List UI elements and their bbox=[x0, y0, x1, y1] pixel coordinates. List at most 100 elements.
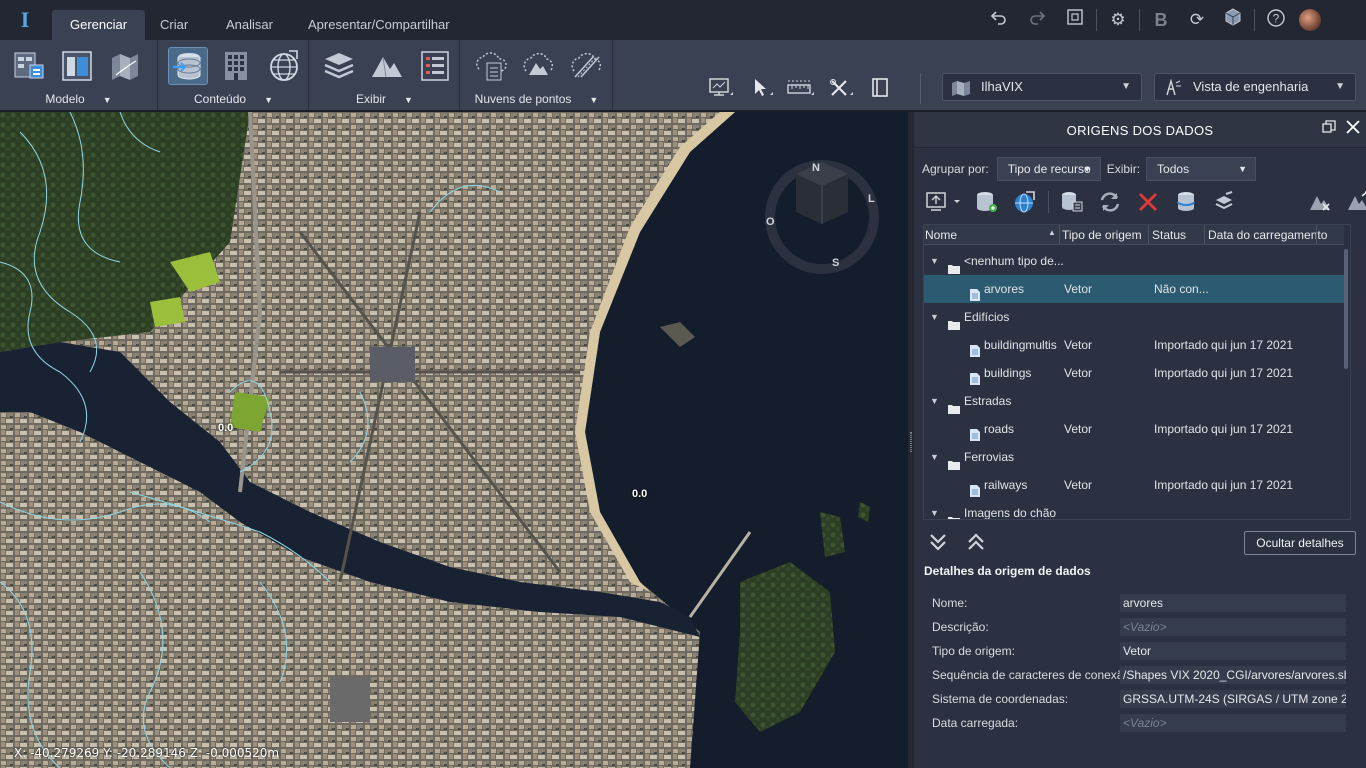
tab-apresentar-compartilhar[interactable]: Apresentar/Compartilhar bbox=[290, 10, 468, 40]
pointer-icon[interactable] bbox=[747, 75, 775, 101]
restore-window-icon[interactable] bbox=[1320, 120, 1338, 138]
model-view-icon[interactable] bbox=[58, 48, 96, 84]
tree-header: Nome ▲ Tipo de origem Status Data do car… bbox=[924, 225, 1344, 245]
tab-criar[interactable]: Criar bbox=[142, 10, 206, 40]
measure-icon[interactable] bbox=[787, 75, 815, 101]
tree-item-row[interactable]: buildingmultis Vetor Importado qui jun 17 2… bbox=[924, 331, 1344, 359]
tree-row-type: Vetor bbox=[1064, 478, 1093, 492]
title-bar: I Gerenciar Criar Analisar Apresentar/Co… bbox=[0, 0, 1366, 40]
ribbon-group-label-modelo[interactable]: Modelo ▼ bbox=[0, 92, 157, 106]
app-logo-icon[interactable]: I bbox=[14, 8, 36, 32]
map-icon bbox=[951, 79, 971, 96]
column-header-data-do-carregamento[interactable]: Data do carregamento bbox=[1208, 228, 1327, 242]
tree-row-name: railways bbox=[984, 478, 1028, 492]
column-header-nome[interactable]: Nome bbox=[925, 228, 957, 242]
group-by-select[interactable]: Tipo de recurso ▼ bbox=[996, 157, 1101, 181]
settings-icon[interactable]: ⚙ bbox=[1105, 8, 1131, 32]
monitor-icon[interactable] bbox=[707, 75, 735, 101]
tree-group-row[interactable]: ▼ Ferrovias bbox=[924, 443, 1344, 471]
tools-icon[interactable] bbox=[827, 75, 855, 101]
column-header-status[interactable]: Status bbox=[1152, 228, 1186, 242]
tree-group-row[interactable]: ▼ <nenhum tipo de... bbox=[924, 247, 1344, 275]
tree-row-type: Vetor bbox=[1064, 338, 1093, 352]
sync-icon[interactable]: ⟳ bbox=[1184, 8, 1210, 32]
tab-gerenciar[interactable]: Gerenciar bbox=[52, 10, 146, 40]
tree-group-row[interactable]: ▼ Estradas bbox=[924, 387, 1344, 415]
expand-all-icon[interactable] bbox=[964, 530, 988, 554]
model-dropdown[interactable]: IlhaVIX ▼ bbox=[942, 73, 1142, 101]
detail-value-sistema-de-coordenadas[interactable]: GRSSA.UTM-24S (SIRGAS / UTM zone 24S) bbox=[1120, 690, 1346, 708]
point-cloud-road-icon[interactable] bbox=[567, 48, 605, 84]
point-cloud-terrain-icon[interactable] bbox=[519, 48, 557, 84]
database-settings-icon[interactable] bbox=[1057, 188, 1087, 216]
tree-row-name: Imagens do chão bbox=[964, 506, 1057, 520]
undo-icon[interactable] bbox=[986, 8, 1012, 32]
data-source-tree[interactable]: Nome ▲ Tipo de origem Status Data do car… bbox=[923, 224, 1351, 520]
ribbon-group-label-conteudo[interactable]: Conteúdo ▼ bbox=[159, 92, 308, 106]
map-icon[interactable] bbox=[106, 48, 144, 84]
refresh-icon[interactable] bbox=[1095, 188, 1125, 216]
delete-icon[interactable] bbox=[1133, 188, 1163, 216]
detail-value-conexao[interactable]: /Shapes VIX 2020_CGI/arvores/arvores.shp… bbox=[1120, 666, 1346, 684]
user-avatar[interactable] bbox=[1299, 9, 1321, 31]
fit-screen-icon[interactable] bbox=[1062, 8, 1088, 32]
detail-row-descricao: Descrição: <Vazio> bbox=[932, 618, 1346, 638]
tree-scrollbar[interactable] bbox=[1344, 249, 1348, 369]
layers-icon[interactable] bbox=[320, 48, 358, 84]
ribbon-group-conteudo: Conteúdo ▼ bbox=[159, 40, 309, 110]
model-properties-icon[interactable] bbox=[10, 48, 48, 84]
add-source-icon[interactable] bbox=[924, 188, 964, 216]
stack-edit-icon[interactable] bbox=[1209, 188, 1239, 216]
tree-group-row[interactable]: ▼ Imagens do chão bbox=[924, 499, 1344, 520]
detail-value-descricao[interactable]: <Vazio> bbox=[1120, 618, 1346, 636]
detail-value-tipo-de-origem[interactable]: Vetor bbox=[1120, 642, 1346, 660]
point-cloud-file-icon[interactable] bbox=[471, 48, 509, 84]
detail-label: Sistema de coordenadas: bbox=[932, 692, 1069, 706]
terrain-icon[interactable] bbox=[368, 48, 406, 84]
collapse-all-icon[interactable] bbox=[926, 530, 950, 554]
column-header-tipo-de-origem[interactable]: Tipo de origem bbox=[1062, 228, 1142, 242]
data-sources-icon[interactable] bbox=[168, 47, 208, 85]
tree-row-name: arvores bbox=[984, 282, 1025, 296]
chevron-down-icon: ▼ bbox=[589, 95, 599, 105]
tree-item-row[interactable]: buildings Vetor Importado qui jun 17 2021 bbox=[924, 359, 1344, 387]
close-icon[interactable] bbox=[1344, 120, 1362, 138]
expand-arrow-icon[interactable]: ▼ bbox=[930, 443, 939, 471]
tab-analisar[interactable]: Analisar bbox=[208, 10, 291, 40]
compass-north: N bbox=[812, 162, 820, 174]
web-source-icon[interactable] bbox=[1010, 188, 1040, 216]
expand-arrow-icon[interactable]: ▼ bbox=[930, 499, 939, 519]
database-icon[interactable] bbox=[1171, 188, 1201, 216]
add-feature-icon[interactable] bbox=[1343, 188, 1366, 216]
view-dropdown[interactable]: Vista de engenharia ▼ bbox=[1154, 73, 1356, 101]
book-icon[interactable] bbox=[867, 75, 895, 101]
hide-details-button[interactable]: Ocultar detalhes bbox=[1244, 531, 1356, 555]
cube-icon[interactable] bbox=[1220, 8, 1246, 32]
new-database-icon[interactable] bbox=[972, 188, 1002, 216]
tree-row-date: qui jun 17 2021 bbox=[1211, 478, 1294, 492]
ribbon-group-label-exibir[interactable]: Exibir ▼ bbox=[310, 92, 459, 106]
ribbon-group-label-nuvens-de-pontos[interactable]: Nuvens de pontos ▼ bbox=[461, 92, 612, 106]
map-viewport[interactable]: N L S O 0.0 0.0 X: -40.279269 Y: -20.289… bbox=[0, 112, 908, 768]
expand-arrow-icon[interactable]: ▼ bbox=[930, 303, 939, 331]
tree-item-row[interactable]: arvores Vetor Não con... bbox=[924, 275, 1344, 303]
detail-value-data-carregada[interactable]: <Vazio> bbox=[1120, 714, 1346, 732]
data-sources-panel: ORIGENS DOS DADOS Agrupar por: Tipo de r… bbox=[914, 112, 1366, 768]
aerial-imagery: N L S O bbox=[0, 112, 908, 768]
bim-icon[interactable]: B bbox=[1148, 8, 1174, 32]
redo-icon[interactable] bbox=[1024, 8, 1050, 32]
globe-icon[interactable] bbox=[265, 48, 303, 84]
detail-value-nome[interactable]: arvores bbox=[1120, 594, 1346, 612]
detail-row-conexao: Sequência de caracteres de conexão: /Sha… bbox=[932, 666, 1346, 686]
tree-item-row[interactable]: railways Vetor Importado qui jun 17 2021 bbox=[924, 471, 1344, 499]
expand-arrow-icon[interactable]: ▼ bbox=[930, 247, 939, 275]
building-grid-icon[interactable] bbox=[217, 48, 255, 84]
expand-arrow-icon[interactable]: ▼ bbox=[930, 387, 939, 415]
help-icon[interactable]: ? bbox=[1263, 8, 1289, 32]
show-select[interactable]: Todos ▼ bbox=[1146, 157, 1257, 181]
remove-feature-icon[interactable] bbox=[1305, 188, 1335, 216]
tree-group-row[interactable]: ▼ Edifícios bbox=[924, 303, 1344, 331]
tree-item-row[interactable]: roads Vetor Importado qui jun 17 2021 bbox=[924, 415, 1344, 443]
list-icon[interactable] bbox=[416, 48, 454, 84]
detail-label: Data carregada: bbox=[932, 716, 1019, 730]
